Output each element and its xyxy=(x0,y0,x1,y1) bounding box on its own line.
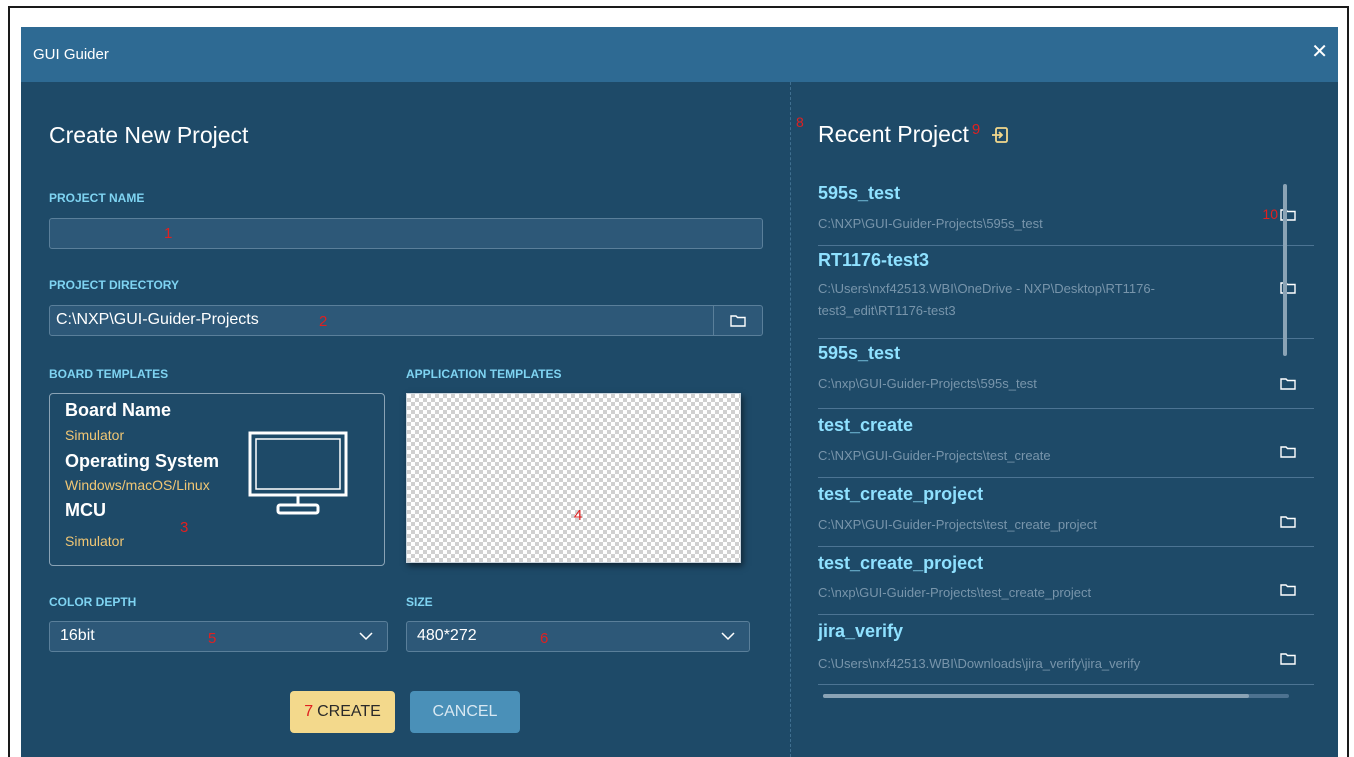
cancel-button-label: CANCEL xyxy=(432,703,498,720)
operating-system-key: Operating System xyxy=(65,451,220,471)
annotation-marker-9: 9 xyxy=(971,121,981,138)
annotation-marker-7: 7 xyxy=(304,703,314,720)
recent-project-item[interactable]: 595s_test C:\NXP\GUI-Guider-Projects\595… xyxy=(818,180,1314,246)
size-value: 480*272 xyxy=(417,627,477,644)
recent-project-heading: Recent Project 9 xyxy=(818,121,1009,148)
application-template-preview[interactable]: 4 xyxy=(406,393,741,563)
monitor-icon xyxy=(248,431,348,515)
close-icon[interactable]: ✕ xyxy=(1311,42,1328,62)
project-name-label: PROJECT NAME xyxy=(49,191,145,205)
annotation-marker-8: 8 xyxy=(796,114,804,130)
folder-icon[interactable] xyxy=(1280,583,1296,596)
folder-icon[interactable] xyxy=(1280,515,1296,528)
board-templates-label: BOARD TEMPLATES xyxy=(49,367,169,381)
title-bar: GUI Guider ✕ xyxy=(21,27,1338,82)
folder-icon[interactable] xyxy=(1280,377,1296,390)
recent-project-title: Recent Project xyxy=(818,121,969,147)
recent-project-path: C:\nxp\GUI-Guider-Projects\test_create_p… xyxy=(818,585,1092,600)
mcu-value: Simulator xyxy=(65,533,125,549)
recent-project-item[interactable]: jira_verify C:\Users\nxf42513.WBI\Downlo… xyxy=(818,615,1314,685)
recent-project-name: test_create_project xyxy=(818,553,984,573)
recent-project-path: C:\NXP\GUI-Guider-Projects\test_create xyxy=(818,448,1051,463)
size-label: SIZE xyxy=(406,595,433,609)
browse-directory-button[interactable] xyxy=(713,306,762,335)
project-directory-label: PROJECT DIRECTORY xyxy=(49,278,180,292)
recent-project-path: C:\NXP\GUI-Guider-Projects\test_create_p… xyxy=(818,517,1097,532)
annotation-marker-5: 5 xyxy=(208,630,217,647)
horizontal-scrollbar[interactable] xyxy=(823,694,1249,698)
recent-project-name: RT1176-test3 xyxy=(818,250,930,270)
mcu-key: MCU xyxy=(65,500,106,520)
vertical-scrollbar[interactable] xyxy=(1283,184,1287,356)
color-depth-label: COLOR DEPTH xyxy=(49,595,137,609)
folder-icon xyxy=(730,315,746,327)
annotation-marker-4: 4 xyxy=(574,507,583,524)
color-depth-select[interactable]: 16bit 5 xyxy=(49,621,388,652)
recent-project-item[interactable]: RT1176-test3 C:\Users\nxf42513.WBI\OneDr… xyxy=(818,246,1314,339)
annotation-marker-3: 3 xyxy=(180,519,189,536)
project-directory-value: C:\NXP\GUI-Guider-Projects xyxy=(56,311,259,328)
project-name-input[interactable] xyxy=(49,218,763,249)
board-name-key: Board Name xyxy=(65,400,172,420)
window-title: GUI Guider xyxy=(33,46,109,63)
create-project-heading: Create New Project xyxy=(49,122,249,148)
cancel-button[interactable]: CANCEL xyxy=(410,691,520,733)
recent-project-path: C:\NXP\GUI-Guider-Projects\595s_test xyxy=(818,216,1043,231)
application-templates-label: APPLICATION TEMPLATES xyxy=(406,367,562,381)
recent-project-name: 595s_test xyxy=(818,183,901,203)
board-name-value: Simulator xyxy=(65,427,125,443)
recent-project-item[interactable]: test_create_project C:\nxp\GUI-Guider-Pr… xyxy=(818,547,1314,615)
create-button[interactable]: 7 CREATE xyxy=(290,691,395,733)
create-project-dialog: GUI Guider ✕ Create New Project PROJECT … xyxy=(21,27,1338,757)
chevron-down-icon xyxy=(721,632,735,641)
recent-project-name: test_create_project xyxy=(818,484,984,504)
project-directory-input[interactable]: C:\NXP\GUI-Guider-Projects xyxy=(49,305,763,336)
annotation-marker-2: 2 xyxy=(319,313,328,330)
recent-project-item[interactable]: test_create_project C:\NXP\GUI-Guider-Pr… xyxy=(818,478,1314,547)
recent-project-panel: 8 Recent Project 9 595s_test C:\NXP\GUI-G… xyxy=(791,82,1338,757)
annotation-marker-1: 1 xyxy=(164,225,173,242)
recent-project-path: C:\nxp\GUI-Guider-Projects\595s_test xyxy=(818,376,1037,391)
folder-icon[interactable] xyxy=(1280,652,1296,665)
size-select[interactable]: 480*272 6 xyxy=(406,621,750,652)
board-template-card[interactable]: Board Name Simulator Operating System Wi… xyxy=(49,393,385,566)
recent-project-name: jira_verify xyxy=(818,621,904,641)
color-depth-value: 16bit xyxy=(60,627,95,644)
create-new-project-panel: Create New Project PROJECT NAME 1 PROJEC… xyxy=(21,82,790,757)
recent-project-path: C:\Users\nxf42513.WBI\OneDrive - NXP\Des… xyxy=(818,281,1155,318)
operating-system-value: Windows/macOS/Linux xyxy=(65,477,210,493)
annotation-marker-10: 10 xyxy=(1262,206,1278,222)
folder-icon[interactable] xyxy=(1280,445,1296,458)
recent-project-path: C:\Users\nxf42513.WBI\Downloads\jira_ver… xyxy=(818,656,1141,671)
annotation-marker-6: 6 xyxy=(540,630,549,647)
recent-project-name: 595s_test xyxy=(818,343,901,363)
recent-project-item[interactable]: test_create C:\NXP\GUI-Guider-Projects\t… xyxy=(818,409,1314,478)
import-icon[interactable] xyxy=(991,126,1009,144)
create-button-label: CREATE xyxy=(317,703,381,720)
recent-project-item[interactable]: 595s_test C:\nxp\GUI-Guider-Projects\595… xyxy=(818,339,1314,409)
recent-project-name: test_create xyxy=(818,415,914,435)
chevron-down-icon xyxy=(359,632,373,641)
